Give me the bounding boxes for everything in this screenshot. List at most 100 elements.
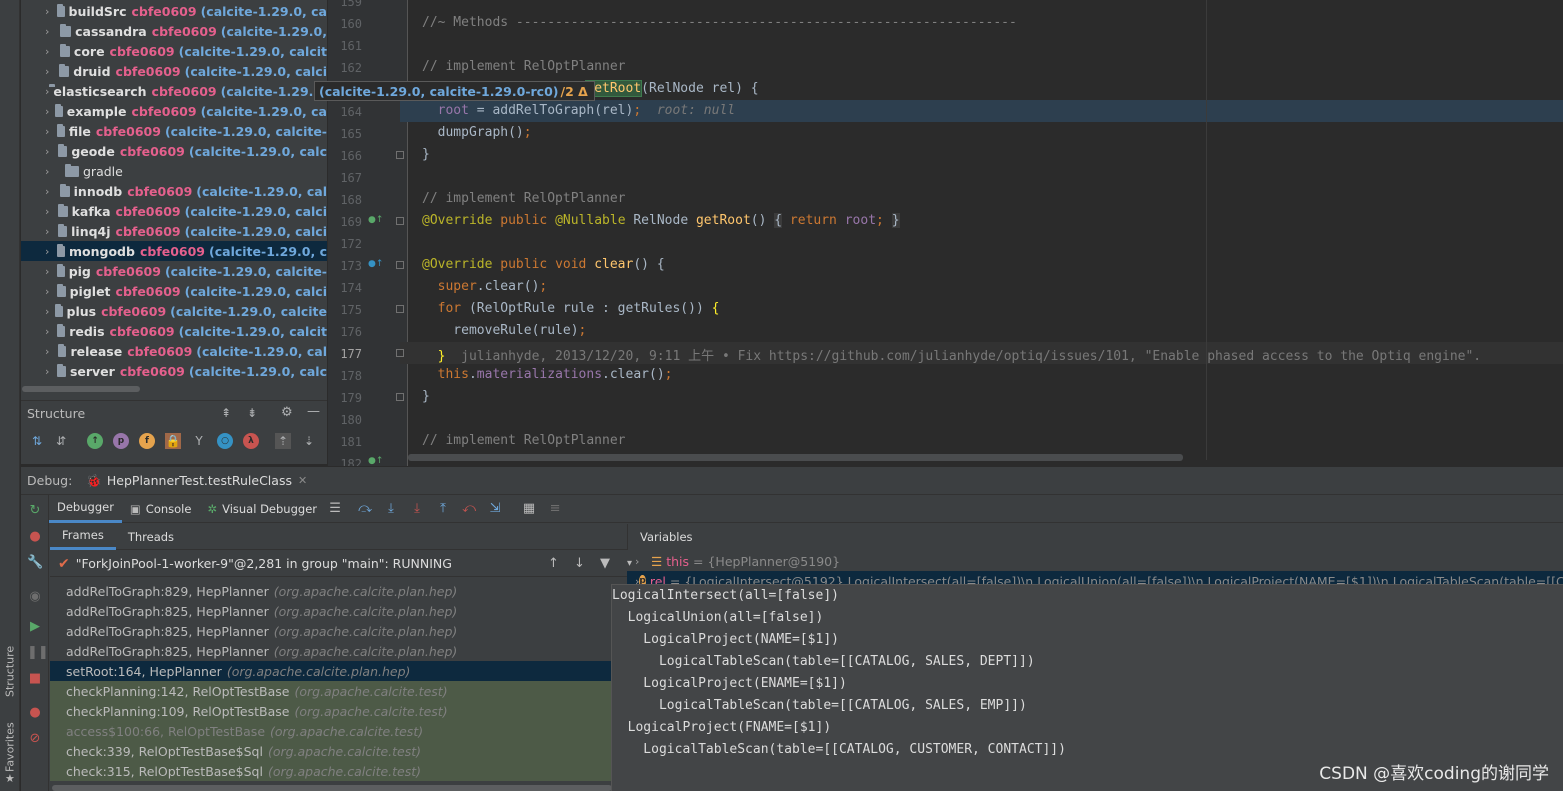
down-arrow-icon[interactable]: ↓	[574, 556, 585, 571]
stack-frame[interactable]: checkPlanning:109, RelOptTestBase (org.ap…	[50, 701, 632, 721]
thread-selector[interactable]: ✔ "ForkJoinPool-1-worker-9"@2,281 in gro…	[50, 551, 632, 577]
tree-item-innodb[interactable]: › innodb cbfe0609 (calcite-1.29.0, cal	[21, 181, 327, 201]
tree-item-linq4j[interactable]: › linq4j cbfe0609 (calcite-1.29.0, calci	[21, 221, 327, 241]
chevron-right-icon[interactable]: ›	[45, 365, 57, 378]
show-execution-point-icon[interactable]: ⤼	[355, 501, 375, 516]
fold-marker[interactable]	[396, 217, 404, 225]
fold-marker[interactable]	[396, 151, 404, 159]
stack-frame[interactable]: setRoot:164, HepPlanner (org.apache.calci…	[50, 661, 632, 681]
tree-item-elasticsearch[interactable]: ›elasticsearchcbfe0609(calcite-1.29.0, c…	[21, 81, 327, 101]
tab-threads[interactable]: Threads	[116, 524, 186, 550]
tree-item-release[interactable]: › release cbfe0609 (calcite-1.29.0, cal	[21, 341, 327, 361]
chevron-right-icon[interactable]: ›	[45, 185, 60, 198]
drop-frame-icon[interactable]: ⤺	[459, 501, 479, 516]
override-gutter-icon-3[interactable]: ●↑	[368, 456, 383, 466]
stack-frame[interactable]: addRelToGraph:825, HepPlanner (org.apache…	[50, 601, 632, 621]
chevron-right-icon[interactable]: ›	[45, 225, 58, 238]
expand-all-icon[interactable]: ⇞	[221, 406, 231, 420]
chevron-right-icon[interactable]: ›	[45, 205, 58, 218]
favorites-side-tab[interactable]: Favorites	[0, 722, 20, 772]
tree-item-redis[interactable]: › redis cbfe0609 (calcite-1.29.0, calcit	[21, 321, 327, 341]
lambda-icon[interactable]: λ	[243, 433, 259, 449]
tab-visual-debugger[interactable]: ✲ Visual Debugger	[199, 495, 325, 523]
gear-icon[interactable]: ⚙	[281, 405, 293, 420]
minimize-icon[interactable]: —	[307, 404, 320, 419]
fold-marker[interactable]	[396, 393, 404, 401]
stack-frame[interactable]: addRelToGraph:829, HepPlanner (org.apache…	[50, 581, 632, 601]
rerun-icon[interactable]: ↻	[27, 503, 43, 518]
tree-item-gradle[interactable]: › gradle	[21, 161, 327, 181]
fold-marker[interactable]	[396, 261, 404, 269]
override-gutter-icon[interactable]: ●↑	[368, 215, 383, 225]
close-icon[interactable]: ✕	[298, 474, 307, 487]
autoscroll-from-source-icon[interactable]: ⇣	[301, 433, 317, 449]
fields-icon[interactable]: f	[139, 433, 155, 449]
up-arrow-icon[interactable]: ↑	[548, 556, 559, 571]
resume-icon[interactable]: ▶	[27, 619, 43, 634]
chevron-right-icon[interactable]: ›	[45, 105, 55, 118]
mute-breakpoints-icon[interactable]: ⊘	[27, 731, 43, 746]
stack-frame[interactable]: check:339, RelOptTestBase$Sql (org.apache…	[50, 741, 632, 761]
chevron-right-icon[interactable]: ›	[45, 165, 65, 178]
stop-icon[interactable]: ■	[27, 671, 43, 686]
chevron-right-icon[interactable]: ›	[635, 555, 651, 568]
circle-icon[interactable]: ○	[217, 433, 233, 449]
tree-item-server[interactable]: › server cbfe0609 (calcite-1.29.0, calc	[21, 361, 327, 381]
tab-console[interactable]: ▣ Console	[122, 495, 200, 523]
trace-icon[interactable]: ≡	[545, 501, 565, 516]
step-over-icon[interactable]: ⤓	[381, 501, 401, 516]
fold-marker[interactable]	[396, 349, 404, 357]
sort-visibility-icon[interactable]: ⇵	[53, 433, 69, 449]
chevron-right-icon[interactable]: ›	[45, 305, 55, 318]
stack-frame[interactable]: addRelToGraph:825, HepPlanner (org.apache…	[50, 641, 632, 661]
modify-run-icon[interactable]: ●	[27, 529, 43, 544]
tree-item-pig[interactable]: › pig cbfe0609 (calcite-1.29.0, calcite-	[21, 261, 327, 281]
tab-debugger[interactable]: Debugger	[49, 495, 122, 523]
tree-item-kafka[interactable]: › kafka cbfe0609 (calcite-1.29.0, calci	[21, 201, 327, 221]
chevron-right-icon[interactable]: ›	[45, 45, 60, 58]
pause-icon[interactable]: ❚❚	[27, 645, 49, 660]
tree-item-mongodb[interactable]: › mongodb cbfe0609 (calcite-1.29.0, c	[21, 241, 327, 261]
override-gutter-icon-2[interactable]: ●↑	[368, 259, 383, 269]
evaluate-expression-icon[interactable]: ▦	[519, 501, 539, 516]
chevron-right-icon[interactable]: ›	[45, 325, 57, 338]
tree-item-core[interactable]: › core cbfe0609 (calcite-1.29.0, calcit	[21, 41, 327, 61]
anonymous-icon[interactable]: Y	[191, 433, 207, 449]
run-to-cursor-icon[interactable]: ⇲	[485, 501, 505, 516]
chevron-right-icon[interactable]: ›	[45, 285, 57, 298]
lock-icon[interactable]: 🔒	[165, 433, 181, 449]
inherited-icon[interactable]: ↑	[87, 433, 103, 449]
tree-item-geode[interactable]: › geode cbfe0609 (calcite-1.29.0, calc	[21, 141, 327, 161]
view-icon[interactable]: ◉	[27, 589, 43, 604]
stack-frame[interactable]: check:315, RelOptTestBase$Sql (org.apache…	[50, 761, 632, 781]
properties-icon[interactable]: p	[113, 433, 129, 449]
sort-alpha-icon[interactable]: ⇅	[29, 433, 45, 449]
code-editor[interactable]: 159 160 161 162 164 165 166 167 168 169 172 173 174 1…	[328, 0, 1563, 466]
debug-session-tab[interactable]: 🐞 HepPlannerTest.testRuleClass ✕	[86, 473, 307, 489]
tree-item-file[interactable]: › file cbfe0609 (calcite-1.29.0, calcite-	[21, 121, 327, 141]
structure-side-tab[interactable]: Structure	[0, 640, 20, 702]
tree-item-plus[interactable]: › plus cbfe0609 (calcite-1.29.0, calcite	[21, 301, 327, 321]
editor-hscrollbar[interactable]	[408, 454, 1183, 461]
frames-hscrollbar[interactable]	[52, 785, 612, 791]
project-hscrollbar[interactable]	[22, 386, 140, 392]
tree-item-cassandra[interactable]: › cassandra cbfe0609 (calcite-1.29.0,	[21, 21, 327, 41]
tree-item-buildSrc[interactable]: › buildSrc cbfe0609 (calcite-1.29.0, ca	[21, 1, 327, 21]
filter-icon[interactable]: ▼	[600, 556, 610, 571]
tree-item-piglet[interactable]: › piglet cbfe0609 (calcite-1.29.0, calci	[21, 281, 327, 301]
step-out-icon[interactable]: ⤒	[433, 501, 453, 516]
stack-frame[interactable]: checkPlanning:142, RelOptTestBase (org.ap…	[50, 681, 632, 701]
chevron-right-icon[interactable]: ›	[45, 65, 59, 78]
view-breakpoints-icon[interactable]: ●	[27, 705, 43, 720]
tree-item-druid[interactable]: › druid cbfe0609 (calcite-1.29.0, calci	[21, 61, 327, 81]
stack-frame[interactable]: access$100:66, RelOptTestBase (org.apache…	[50, 721, 632, 741]
chevron-right-icon[interactable]: ›	[45, 145, 58, 158]
chevron-right-icon[interactable]: ›	[45, 245, 57, 258]
fold-marker[interactable]	[396, 305, 404, 313]
chevron-right-icon[interactable]: ›	[45, 5, 57, 18]
variable-this[interactable]: › ☰ this = {HepPlanner@5190}	[627, 551, 1563, 571]
autoscroll-to-source-icon[interactable]: ⇡	[275, 433, 291, 449]
wrench-icon[interactable]: 🔧	[27, 555, 43, 570]
tree-item-example[interactable]: › example cbfe0609 (calcite-1.29.0, ca	[21, 101, 327, 121]
step-into-icon[interactable]: ⤓	[407, 501, 427, 516]
